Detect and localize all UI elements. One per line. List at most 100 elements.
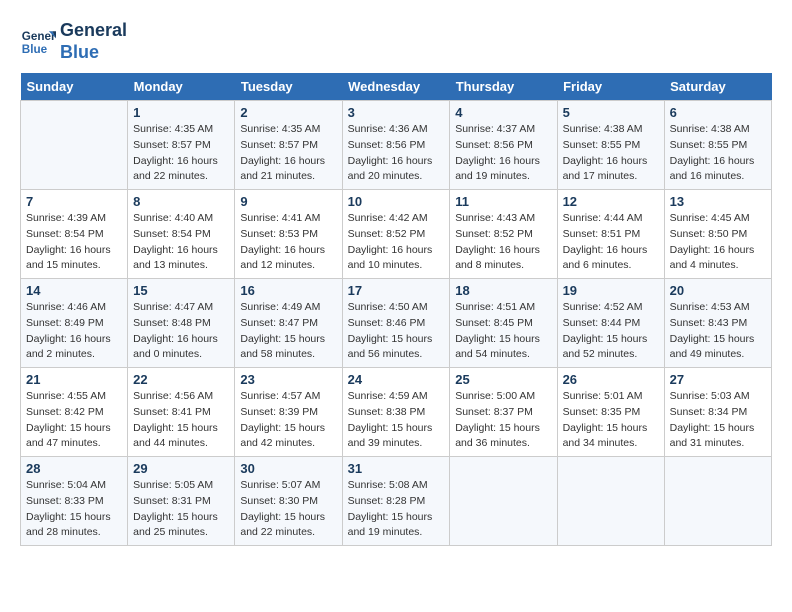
calendar-cell bbox=[557, 457, 664, 546]
day-info: Sunrise: 4:57 AMSunset: 8:39 PMDaylight:… bbox=[240, 389, 336, 452]
day-number: 21 bbox=[26, 372, 122, 387]
day-info: Sunrise: 4:38 AMSunset: 8:55 PMDaylight:… bbox=[563, 122, 659, 185]
day-number: 29 bbox=[133, 461, 229, 476]
day-number: 10 bbox=[348, 194, 445, 209]
day-info: Sunrise: 4:56 AMSunset: 8:41 PMDaylight:… bbox=[133, 389, 229, 452]
calendar-cell bbox=[21, 101, 128, 190]
day-number: 20 bbox=[670, 283, 766, 298]
day-number: 9 bbox=[240, 194, 336, 209]
day-info: Sunrise: 4:39 AMSunset: 8:54 PMDaylight:… bbox=[26, 211, 122, 274]
day-info: Sunrise: 4:49 AMSunset: 8:47 PMDaylight:… bbox=[240, 300, 336, 363]
calendar-cell: 22 Sunrise: 4:56 AMSunset: 8:41 PMDayligh… bbox=[128, 368, 235, 457]
calendar-cell: 21 Sunrise: 4:55 AMSunset: 8:42 PMDayligh… bbox=[21, 368, 128, 457]
day-number: 6 bbox=[670, 105, 766, 120]
calendar-week-row: 1 Sunrise: 4:35 AMSunset: 8:57 PMDaylight… bbox=[21, 101, 772, 190]
day-info: Sunrise: 4:40 AMSunset: 8:54 PMDaylight:… bbox=[133, 211, 229, 274]
day-number: 24 bbox=[348, 372, 445, 387]
calendar-cell: 13 Sunrise: 4:45 AMSunset: 8:50 PMDayligh… bbox=[664, 190, 771, 279]
day-info: Sunrise: 4:35 AMSunset: 8:57 PMDaylight:… bbox=[133, 122, 229, 185]
calendar-cell: 27Sunrise: 5:03 AMSunset: 8:34 PMDayligh… bbox=[664, 368, 771, 457]
day-info: Sunrise: 5:05 AMSunset: 8:31 PMDaylight:… bbox=[133, 478, 229, 541]
calendar-cell: 2 Sunrise: 4:35 AMSunset: 8:57 PMDaylight… bbox=[235, 101, 342, 190]
day-info: Sunrise: 5:00 AMSunset: 8:37 PMDaylight:… bbox=[455, 389, 551, 452]
calendar-cell: 11 Sunrise: 4:43 AMSunset: 8:52 PMDayligh… bbox=[450, 190, 557, 279]
day-info: Sunrise: 4:35 AMSunset: 8:57 PMDaylight:… bbox=[240, 122, 336, 185]
day-number: 31 bbox=[348, 461, 445, 476]
calendar-cell: 12Sunrise: 4:44 AMSunset: 8:51 PMDayligh… bbox=[557, 190, 664, 279]
day-number: 3 bbox=[348, 105, 445, 120]
calendar-cell: 31Sunrise: 5:08 AMSunset: 8:28 PMDayligh… bbox=[342, 457, 450, 546]
day-number: 16 bbox=[240, 283, 336, 298]
calendar-cell: 7 Sunrise: 4:39 AMSunset: 8:54 PMDaylight… bbox=[21, 190, 128, 279]
page-header: General Blue General Blue bbox=[20, 20, 772, 63]
calendar-cell: 6 Sunrise: 4:38 AMSunset: 8:55 PMDaylight… bbox=[664, 101, 771, 190]
calendar-week-row: 7 Sunrise: 4:39 AMSunset: 8:54 PMDaylight… bbox=[21, 190, 772, 279]
svg-text:Blue: Blue bbox=[22, 42, 48, 55]
day-header-friday: Friday bbox=[557, 73, 664, 101]
calendar-cell: 14Sunrise: 4:46 AMSunset: 8:49 PMDayligh… bbox=[21, 279, 128, 368]
day-info: Sunrise: 4:42 AMSunset: 8:52 PMDaylight:… bbox=[348, 211, 445, 274]
calendar-cell: 18 Sunrise: 4:51 AMSunset: 8:45 PMDayligh… bbox=[450, 279, 557, 368]
day-info: Sunrise: 4:53 AMSunset: 8:43 PMDaylight:… bbox=[670, 300, 766, 363]
day-header-wednesday: Wednesday bbox=[342, 73, 450, 101]
day-info: Sunrise: 4:38 AMSunset: 8:55 PMDaylight:… bbox=[670, 122, 766, 185]
day-info: Sunrise: 4:55 AMSunset: 8:42 PMDaylight:… bbox=[26, 389, 122, 452]
day-header-thursday: Thursday bbox=[450, 73, 557, 101]
day-info: Sunrise: 5:01 AMSunset: 8:35 PMDaylight:… bbox=[563, 389, 659, 452]
calendar-cell: 24 Sunrise: 4:59 AMSunset: 8:38 PMDayligh… bbox=[342, 368, 450, 457]
calendar-cell: 17 Sunrise: 4:50 AMSunset: 8:46 PMDayligh… bbox=[342, 279, 450, 368]
calendar-cell: 20 Sunrise: 4:53 AMSunset: 8:43 PMDayligh… bbox=[664, 279, 771, 368]
day-number: 14 bbox=[26, 283, 122, 298]
day-number: 17 bbox=[348, 283, 445, 298]
day-info: Sunrise: 4:45 AMSunset: 8:50 PMDaylight:… bbox=[670, 211, 766, 274]
calendar-header-row: SundayMondayTuesdayWednesdayThursdayFrid… bbox=[21, 73, 772, 101]
day-number: 1 bbox=[133, 105, 229, 120]
day-number: 26 bbox=[563, 372, 659, 387]
calendar-cell: 26 Sunrise: 5:01 AMSunset: 8:35 PMDayligh… bbox=[557, 368, 664, 457]
calendar-cell: 16 Sunrise: 4:49 AMSunset: 8:47 PMDayligh… bbox=[235, 279, 342, 368]
day-number: 2 bbox=[240, 105, 336, 120]
day-number: 28 bbox=[26, 461, 122, 476]
day-number: 8 bbox=[133, 194, 229, 209]
day-info: Sunrise: 4:59 AMSunset: 8:38 PMDaylight:… bbox=[348, 389, 445, 452]
calendar-cell: 29 Sunrise: 5:05 AMSunset: 8:31 PMDayligh… bbox=[128, 457, 235, 546]
day-info: Sunrise: 4:47 AMSunset: 8:48 PMDaylight:… bbox=[133, 300, 229, 363]
day-number: 22 bbox=[133, 372, 229, 387]
day-number: 18 bbox=[455, 283, 551, 298]
day-info: Sunrise: 4:52 AMSunset: 8:44 PMDaylight:… bbox=[563, 300, 659, 363]
day-number: 5 bbox=[563, 105, 659, 120]
day-header-saturday: Saturday bbox=[664, 73, 771, 101]
day-info: Sunrise: 5:04 AMSunset: 8:33 PMDaylight:… bbox=[26, 478, 122, 541]
day-info: Sunrise: 4:41 AMSunset: 8:53 PMDaylight:… bbox=[240, 211, 336, 274]
calendar-cell: 4Sunrise: 4:37 AMSunset: 8:56 PMDaylight… bbox=[450, 101, 557, 190]
calendar-cell: 10 Sunrise: 4:42 AMSunset: 8:52 PMDayligh… bbox=[342, 190, 450, 279]
day-number: 13 bbox=[670, 194, 766, 209]
day-number: 19 bbox=[563, 283, 659, 298]
day-number: 15 bbox=[133, 283, 229, 298]
day-info: Sunrise: 4:50 AMSunset: 8:46 PMDaylight:… bbox=[348, 300, 445, 363]
calendar-cell: 8 Sunrise: 4:40 AMSunset: 8:54 PMDaylight… bbox=[128, 190, 235, 279]
calendar-cell: 30 Sunrise: 5:07 AMSunset: 8:30 PMDayligh… bbox=[235, 457, 342, 546]
day-number: 23 bbox=[240, 372, 336, 387]
day-info: Sunrise: 4:43 AMSunset: 8:52 PMDaylight:… bbox=[455, 211, 551, 274]
calendar-cell: 25 Sunrise: 5:00 AMSunset: 8:37 PMDayligh… bbox=[450, 368, 557, 457]
day-number: 27 bbox=[670, 372, 766, 387]
calendar-cell: 9 Sunrise: 4:41 AMSunset: 8:53 PMDaylight… bbox=[235, 190, 342, 279]
day-number: 11 bbox=[455, 194, 551, 209]
day-info: Sunrise: 5:07 AMSunset: 8:30 PMDaylight:… bbox=[240, 478, 336, 541]
day-header-sunday: Sunday bbox=[21, 73, 128, 101]
day-info: Sunrise: 4:36 AMSunset: 8:56 PMDaylight:… bbox=[348, 122, 445, 185]
day-number: 25 bbox=[455, 372, 551, 387]
calendar-cell bbox=[450, 457, 557, 546]
calendar-cell: 23 Sunrise: 4:57 AMSunset: 8:39 PMDayligh… bbox=[235, 368, 342, 457]
day-header-monday: Monday bbox=[128, 73, 235, 101]
calendar-cell: 5 Sunrise: 4:38 AMSunset: 8:55 PMDaylight… bbox=[557, 101, 664, 190]
logo-text: General Blue bbox=[60, 20, 127, 63]
calendar-cell: 28 Sunrise: 5:04 AMSunset: 8:33 PMDayligh… bbox=[21, 457, 128, 546]
calendar-cell: 19 Sunrise: 4:52 AMSunset: 8:44 PMDayligh… bbox=[557, 279, 664, 368]
day-info: Sunrise: 4:51 AMSunset: 8:45 PMDaylight:… bbox=[455, 300, 551, 363]
day-info: Sunrise: 4:44 AMSunset: 8:51 PMDaylight:… bbox=[563, 211, 659, 274]
day-number: 30 bbox=[240, 461, 336, 476]
day-header-tuesday: Tuesday bbox=[235, 73, 342, 101]
day-number: 7 bbox=[26, 194, 122, 209]
